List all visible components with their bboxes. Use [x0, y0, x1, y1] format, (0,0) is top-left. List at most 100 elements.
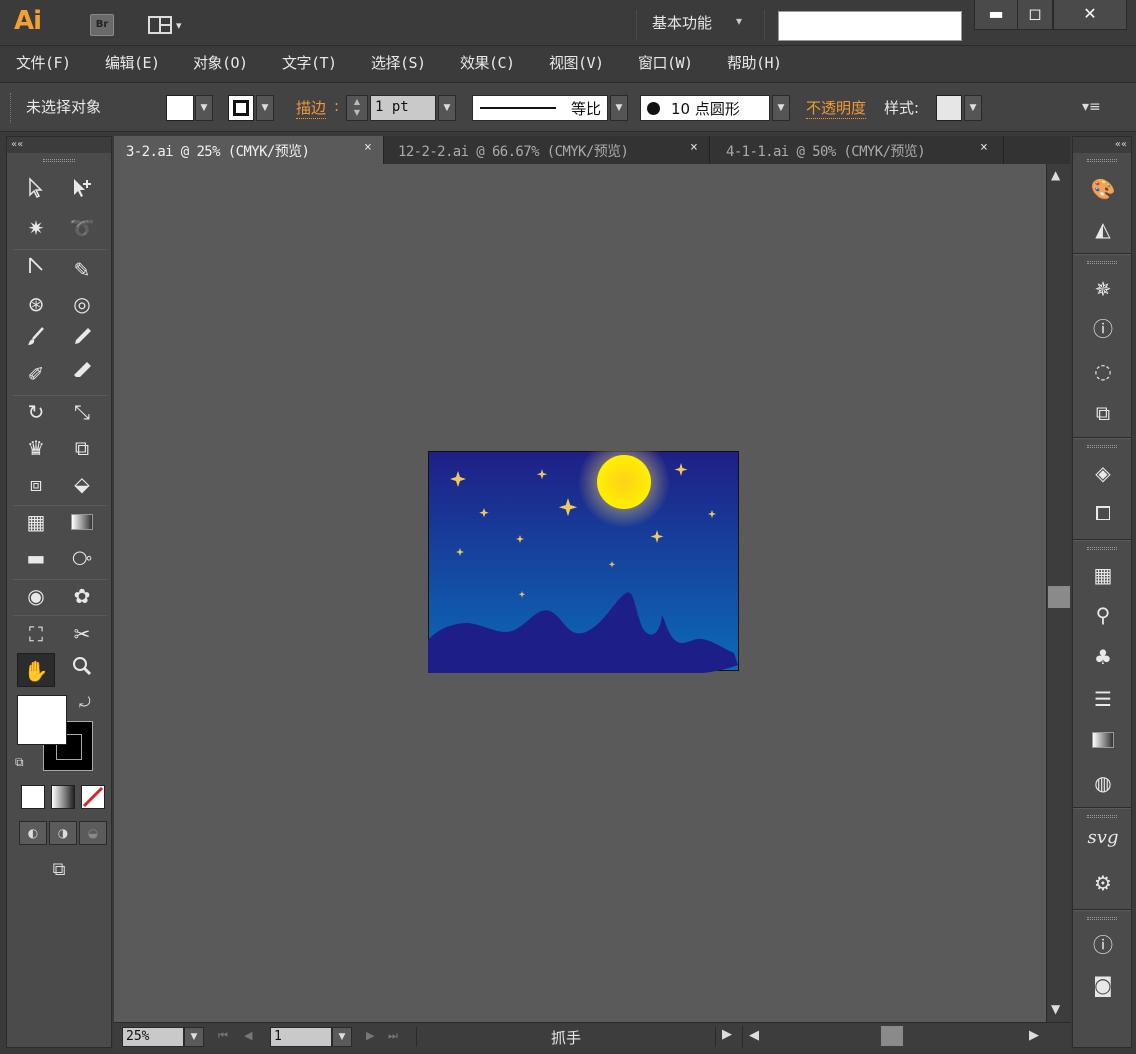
lasso-tool-icon[interactable]: ➰	[63, 211, 101, 245]
direct-selection-tool-icon[interactable]	[63, 175, 101, 209]
chevron-down-icon[interactable]: ▼	[256, 95, 274, 121]
color-guide-icon[interactable]: ◭	[1087, 213, 1119, 245]
collapse-panel-icon[interactable]: ««	[1073, 137, 1131, 153]
artboard-night-scene[interactable]	[428, 451, 740, 673]
chevron-down-icon[interactable]: ▼	[964, 95, 982, 121]
brush-definition[interactable]: 10 点圆形	[640, 95, 770, 121]
line-segment-tool-icon[interactable]: ⊛	[17, 287, 55, 321]
scroll-down-icon[interactable]: ▼	[1051, 1002, 1060, 1016]
menu-type[interactable]: 文字(T)	[282, 52, 337, 73]
layers-icon[interactable]: ◈	[1087, 457, 1119, 489]
slice-tool-icon[interactable]: ✂	[63, 617, 101, 651]
stroke-icon[interactable]: ☰	[1087, 683, 1119, 715]
chevron-down-icon[interactable]: ▼	[184, 1027, 204, 1047]
horizontal-scrollbar[interactable]: ◀ ▶	[742, 1026, 1042, 1048]
color-palette-icon[interactable]: 🎨	[1087, 173, 1119, 205]
brushes-icon[interactable]: ⚲	[1087, 599, 1119, 631]
opacity-label[interactable]: 不透明度	[806, 97, 867, 119]
color-mode-button[interactable]	[21, 785, 45, 809]
current-tool-status[interactable]: 抓手	[416, 1027, 716, 1047]
status-menu-arrow-icon[interactable]: ▶	[722, 1027, 732, 1042]
grip-handle[interactable]	[43, 159, 75, 162]
close-tab-icon[interactable]: ×	[364, 140, 372, 155]
magic-wand-tool-icon[interactable]: ✷	[17, 211, 55, 245]
rectangle-tool-icon[interactable]: ◎	[63, 287, 101, 321]
gradient-icon[interactable]	[1087, 725, 1119, 757]
tab-3-2[interactable]: 3-2.ai @ 25% (CMYK/预览) ×	[114, 136, 384, 164]
menu-view[interactable]: 视图(V)	[549, 52, 604, 73]
gradient-tool-icon[interactable]	[63, 505, 101, 539]
vertical-scrollbar[interactable]: ▲ ▼	[1046, 164, 1070, 1022]
grip-handle[interactable]	[1087, 917, 1117, 920]
zoom-tool-icon[interactable]	[63, 653, 101, 687]
swap-fill-stroke-icon[interactable]: ⤾	[79, 695, 91, 711]
previous-artboard-icon[interactable]: ◀	[244, 1029, 252, 1042]
artboard-tool-icon[interactable]: ⛶	[17, 617, 55, 651]
selection-tool-icon[interactable]	[17, 175, 55, 209]
tab-12-2-2[interactable]: 12-2-2.ai @ 66.67% (CMYK/预览) ×	[386, 136, 710, 164]
zoom-level-input[interactable]: 25%	[122, 1027, 184, 1047]
last-artboard-icon[interactable]: ⏭	[388, 1029, 398, 1043]
collapse-panel-icon[interactable]: ««	[7, 137, 111, 153]
grip-handle[interactable]	[1087, 159, 1117, 162]
draw-behind-button[interactable]: ◑	[49, 821, 77, 845]
close-tab-icon[interactable]: ×	[690, 140, 698, 155]
measure-tool-icon[interactable]: ▬	[17, 541, 55, 575]
menu-edit[interactable]: 编辑(E)	[105, 52, 160, 73]
column-graph-tool-icon[interactable]: ✿	[63, 579, 101, 613]
stroke-label[interactable]: 描边	[296, 97, 327, 119]
screen-mode-icon[interactable]: ⧉	[41, 859, 77, 885]
mesh-tool-icon[interactable]: ▦	[17, 505, 55, 539]
eraser-tool-icon[interactable]	[63, 357, 101, 391]
stroke-weight-input[interactable]: 1 pt	[370, 95, 436, 121]
search-input[interactable]	[778, 11, 962, 41]
draw-inside-button[interactable]: ◒	[79, 821, 107, 845]
menu-window[interactable]: 窗口(W)	[638, 52, 693, 73]
pen-tool-icon[interactable]	[17, 253, 55, 287]
svg-interactivity-icon[interactable]: svg	[1087, 827, 1119, 859]
next-artboard-icon[interactable]: ▶	[366, 1029, 374, 1042]
navigator-icon[interactable]: ✵	[1087, 273, 1119, 305]
chevron-down-icon[interactable]: ▼	[610, 95, 628, 121]
fill-swatch[interactable]	[17, 695, 67, 745]
chevron-down-icon[interactable]: ▼	[438, 95, 456, 121]
none-mode-button[interactable]	[81, 785, 105, 809]
chevron-down-icon[interactable]: ▼	[195, 95, 213, 121]
width-tool-icon[interactable]: ♛	[17, 431, 55, 465]
type-tool-icon[interactable]: ✎	[63, 253, 101, 287]
links-icon[interactable]: ◙	[1087, 969, 1119, 1001]
chevron-down-icon[interactable]: ▼	[332, 1027, 352, 1047]
panel-menu-icon[interactable]: ▾≡	[1082, 99, 1101, 115]
grip-handle[interactable]	[1087, 547, 1117, 550]
info-icon[interactable]: ⓘ	[1087, 313, 1119, 345]
scroll-up-icon[interactable]: ▲	[1051, 168, 1060, 182]
hand-tool-icon[interactable]: ✋	[17, 653, 55, 687]
menu-effect[interactable]: 效果(C)	[460, 52, 515, 73]
menu-help[interactable]: 帮助(H)	[727, 52, 782, 73]
appearance-icon[interactable]: ◌	[1087, 355, 1119, 387]
default-fill-stroke-icon[interactable]: ⧉	[15, 755, 24, 770]
first-artboard-icon[interactable]: ⏮	[218, 1029, 228, 1043]
chevron-down-icon[interactable]: ▾	[736, 14, 742, 28]
blob-brush-tool-icon[interactable]: ✐	[17, 357, 55, 391]
artboard-number-input[interactable]: 1	[270, 1027, 332, 1047]
fill-color-swatch[interactable]	[166, 95, 194, 121]
grip-handle[interactable]	[1087, 815, 1117, 818]
draw-normal-button[interactable]: ◐	[19, 821, 47, 845]
workspace-switcher[interactable]: 基本功能	[652, 12, 712, 33]
close-button[interactable]: ✕	[1053, 0, 1127, 30]
menu-select[interactable]: 选择(S)	[371, 52, 426, 73]
transparency-icon[interactable]: ◍	[1087, 767, 1119, 799]
scroll-right-icon[interactable]: ▶	[1029, 1028, 1039, 1043]
tab-4-1-1[interactable]: 4-1-1.ai @ 50% (CMYK/预览) ×	[714, 136, 1004, 164]
minimize-button[interactable]: ▬	[974, 0, 1018, 30]
scroll-thumb[interactable]	[1048, 586, 1070, 608]
blend-tool-icon[interactable]: ⧂	[63, 541, 101, 575]
maximize-button[interactable]: ◻	[1017, 0, 1053, 30]
grip-handle[interactable]	[1087, 261, 1117, 264]
scroll-left-icon[interactable]: ◀	[749, 1028, 759, 1043]
grip-handle[interactable]	[1087, 445, 1117, 448]
arrange-documents-button[interactable]: ▾	[148, 14, 188, 36]
paintbrush-tool-icon[interactable]	[17, 323, 55, 357]
menu-file[interactable]: 文件(F)	[16, 52, 71, 73]
